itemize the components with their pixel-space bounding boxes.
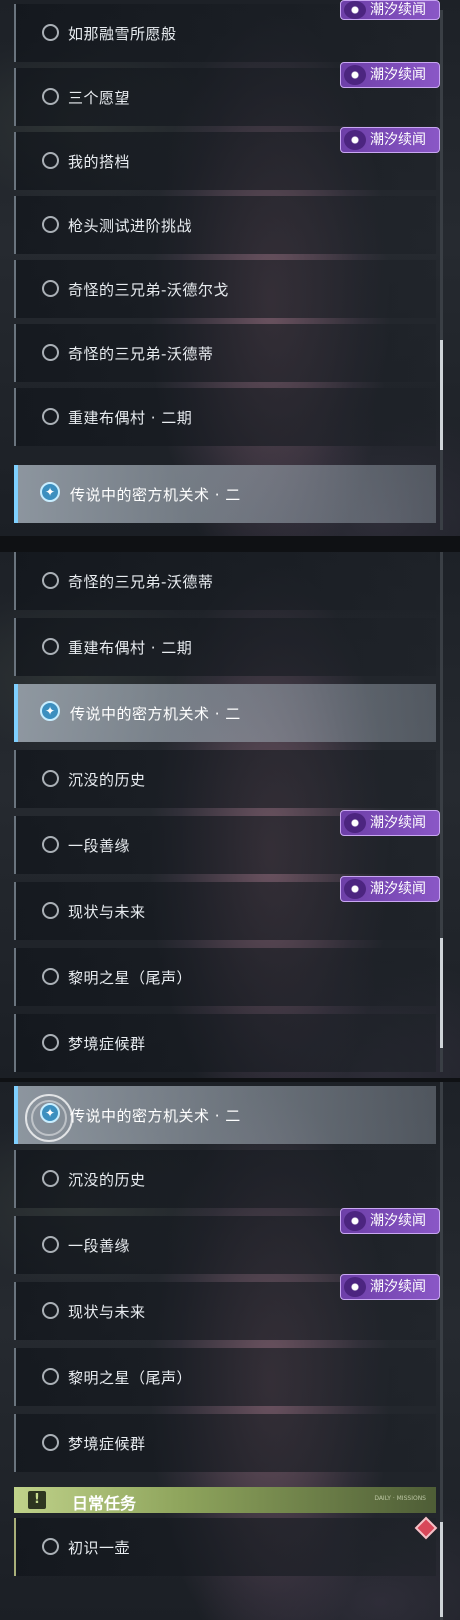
quest-item-label: 传说中的密方机关术 · 二: [70, 705, 241, 723]
quest-item-label: 奇怪的三兄弟-沃德蒂: [68, 573, 214, 591]
quest-item-label: 梦境症候群: [68, 1435, 146, 1453]
quest-item-label: 初识一壶: [68, 1539, 131, 1557]
tracked-quest-icon: ✦: [40, 701, 60, 721]
daily-quests-section-header[interactable]: ! 日常任务 DAILY · MISSIONS: [14, 1487, 436, 1513]
badge-text: 潮汐续闻: [370, 1279, 426, 1295]
quest-list-panel-2: 奇怪的三兄弟-沃德蒂 重建布偶村 · 二期 ✦ 传说中的密方机关术 · 二 沉没…: [0, 552, 460, 1078]
quest-status-circle-icon: [42, 24, 59, 41]
quest-item[interactable]: 奇怪的三兄弟-沃德尔戈: [14, 260, 436, 318]
quest-status-circle-icon: [42, 1368, 59, 1385]
quest-item-label: 现状与未来: [68, 1303, 146, 1321]
quest-status-circle-icon: [42, 1538, 59, 1555]
screenshot-divider: [0, 536, 460, 552]
quest-status-circle-icon: [42, 1170, 59, 1187]
tide-story-badge: 潮汐续闻: [340, 0, 440, 20]
quest-item-label: 如那融雪所愿般: [68, 25, 177, 43]
tide-story-badge: 潮汐续闻: [340, 1274, 440, 1300]
quest-item-label: 黎明之星（尾声）: [68, 969, 193, 987]
quest-item-label: 一段善缘: [68, 1237, 131, 1255]
alert-icon: !: [28, 1491, 46, 1509]
tide-story-icon: [344, 1, 366, 19]
quest-status-circle-icon: [42, 902, 59, 919]
quest-item-label: 重建布偶村 · 二期: [68, 639, 193, 657]
quest-status-circle-icon: [42, 1034, 59, 1051]
quest-item-label: 三个愿望: [68, 89, 131, 107]
quest-item-label: 重建布偶村 · 二期: [68, 409, 193, 427]
tide-story-badge: 潮汐续闻: [340, 62, 440, 88]
badge-text: 潮汐续闻: [370, 2, 426, 18]
scrollbar[interactable]: [440, 552, 443, 1072]
quest-item[interactable]: 初识一壶: [14, 1518, 436, 1576]
badge-text: 潮汐续闻: [370, 881, 426, 897]
quest-status-circle-icon: [42, 152, 59, 169]
quest-status-circle-icon: [42, 638, 59, 655]
quest-item-label: 枪头测试进阶挑战: [68, 217, 193, 235]
quest-item-label: 传说中的密方机关术 · 二: [70, 486, 241, 504]
quest-item-label: 我的搭档: [68, 153, 131, 171]
section-header-subtext: DAILY · MISSIONS: [374, 1495, 426, 1502]
quest-item[interactable]: 重建布偶村 · 二期: [14, 618, 436, 676]
quest-item[interactable]: 枪头测试进阶挑战: [14, 196, 436, 254]
quest-status-circle-icon: [42, 968, 59, 985]
quest-item-label: 沉没的历史: [68, 771, 146, 789]
quest-status-circle-icon: [42, 572, 59, 589]
scrollbar[interactable]: [440, 10, 443, 530]
scrollbar-thumb[interactable]: [440, 1522, 443, 1617]
tide-story-icon: [344, 1277, 366, 1297]
quest-status-circle-icon: [42, 408, 59, 425]
tide-story-icon: [344, 813, 366, 833]
scrollbar-thumb[interactable]: [440, 340, 443, 450]
quest-item[interactable]: 沉没的历史: [14, 750, 436, 808]
quest-item[interactable]: 奇怪的三兄弟-沃德蒂: [14, 324, 436, 382]
quest-item[interactable]: 梦境症候群: [14, 1414, 436, 1472]
quest-status-circle-icon: [42, 1434, 59, 1451]
quest-status-circle-icon: [42, 88, 59, 105]
quest-item-label: 现状与未来: [68, 903, 146, 921]
quest-item-label: 黎明之星（尾声）: [68, 1369, 193, 1387]
quest-status-circle-icon: [42, 836, 59, 853]
quest-item[interactable]: 梦境症候群: [14, 1014, 436, 1072]
tide-story-icon: [344, 1211, 366, 1231]
badge-text: 潮汐续闻: [370, 67, 426, 83]
quest-item-label: 奇怪的三兄弟-沃德蒂: [68, 345, 214, 363]
badge-text: 潮汐续闻: [370, 1213, 426, 1229]
quest-list-panel-1: 如那融雪所愿般 三个愿望 我的搭档 枪头测试进阶挑战 奇怪的三兄弟-沃德尔戈 奇…: [0, 0, 460, 536]
tide-story-badge: 潮汐续闻: [340, 810, 440, 836]
quest-item-label: 奇怪的三兄弟-沃德尔戈: [68, 281, 229, 299]
scrollbar[interactable]: [440, 1082, 443, 1620]
quest-item-label: 沉没的历史: [68, 1171, 146, 1189]
quest-item[interactable]: 黎明之星（尾声）: [14, 1348, 436, 1406]
quest-status-circle-icon: [42, 770, 59, 787]
tide-story-badge: 潮汐续闻: [340, 127, 440, 153]
quest-item[interactable]: 沉没的历史: [14, 1150, 436, 1208]
tide-story-badge: 潮汐续闻: [340, 1208, 440, 1234]
tide-story-badge: 潮汐续闻: [340, 876, 440, 902]
quest-item-label: 传说中的密方机关术 · 二: [70, 1107, 241, 1125]
quest-item[interactable]: 黎明之星（尾声）: [14, 948, 436, 1006]
click-ripple-effect: [31, 1100, 67, 1136]
quest-status-circle-icon: [42, 216, 59, 233]
quest-item-selected[interactable]: ✦ 传说中的密方机关术 · 二: [14, 465, 436, 523]
quest-item-label: 梦境症候群: [68, 1035, 146, 1053]
quest-status-circle-icon: [42, 344, 59, 361]
quest-list-panel-3: ✦ 传说中的密方机关术 · 二 沉没的历史 一段善缘 现状与未来 黎明之星（尾声…: [0, 1082, 460, 1620]
quest-status-circle-icon: [42, 1236, 59, 1253]
quest-item-selected[interactable]: ✦ 传说中的密方机关术 · 二: [14, 1086, 436, 1144]
quest-status-circle-icon: [42, 280, 59, 297]
quest-item-selected[interactable]: ✦ 传说中的密方机关术 · 二: [14, 684, 436, 742]
section-header-label: 日常任务: [72, 1494, 137, 1513]
tide-story-icon: [344, 65, 366, 85]
tide-story-icon: [344, 130, 366, 150]
quest-item[interactable]: 奇怪的三兄弟-沃德蒂: [14, 552, 436, 610]
badge-text: 潮汐续闻: [370, 815, 426, 831]
quest-status-circle-icon: [42, 1302, 59, 1319]
quest-item[interactable]: 重建布偶村 · 二期: [14, 388, 436, 446]
tracked-quest-icon: ✦: [40, 482, 60, 502]
scrollbar-thumb[interactable]: [440, 938, 443, 1048]
quest-item-label: 一段善缘: [68, 837, 131, 855]
tide-story-icon: [344, 879, 366, 899]
badge-text: 潮汐续闻: [370, 132, 426, 148]
